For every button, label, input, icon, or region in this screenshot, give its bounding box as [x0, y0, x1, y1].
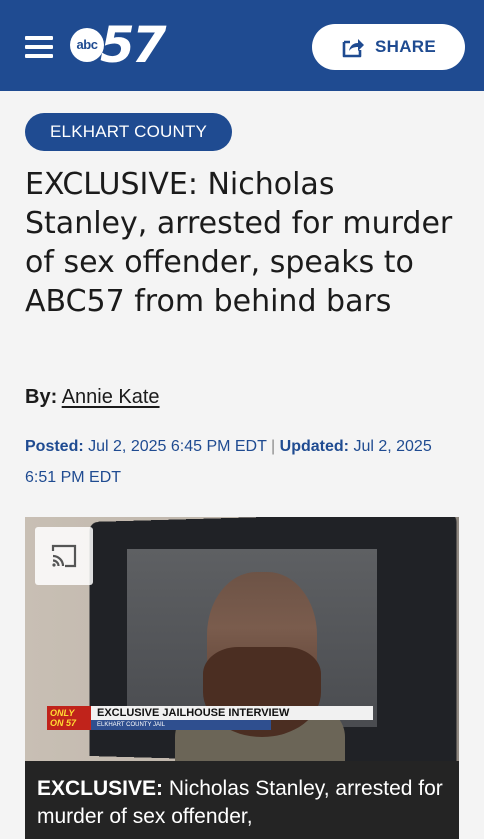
cast-button[interactable]	[35, 527, 93, 585]
updated-label: Updated:	[279, 438, 349, 455]
category-pill[interactable]: ELKHART COUNTY	[25, 113, 233, 151]
logo-abc-text: abc	[70, 28, 104, 62]
byline: By: Annie Kate	[25, 386, 160, 409]
posted-date: Jul 2, 2025 6:45 PM EDT	[88, 438, 267, 455]
share-arrow-icon	[342, 39, 364, 58]
hamburger-menu-icon[interactable]	[25, 36, 53, 60]
lower-third: ONLY ON 57 EXCLUSIVE JAILHOUSE INTERVIEW…	[47, 706, 373, 730]
share-label: SHARE	[374, 37, 436, 56]
abc57-logo[interactable]: abc 57	[70, 16, 180, 74]
caption-bold: EXCLUSIVE:	[37, 777, 164, 800]
share-button[interactable]: SHARE	[312, 24, 465, 70]
article-dates: Posted: Jul 2, 2025 6:45 PM EDT | Update…	[25, 431, 465, 493]
logo-number: 57	[100, 16, 167, 74]
posted-label: Posted:	[25, 438, 84, 455]
video-player[interactable]: ONLY ON 57 EXCLUSIVE JAILHOUSE INTERVIEW…	[25, 517, 459, 761]
article-headline: EXCLUSIVE: Nicholas Stanley, arrested fo…	[25, 167, 453, 319]
lower-third-subtitle: ELKHART COUNTY JAIL	[91, 720, 271, 730]
cast-icon	[51, 544, 77, 568]
site-header: abc 57 SHARE	[0, 0, 484, 91]
author-link[interactable]: Annie Kate	[62, 386, 160, 408]
byline-label: By:	[25, 386, 58, 408]
lower-third-title: EXCLUSIVE JAILHOUSE INTERVIEW	[91, 706, 373, 720]
video-caption: EXCLUSIVE: Nicholas Stanley, arrested fo…	[25, 761, 459, 839]
date-separator: |	[271, 438, 276, 455]
lower-third-badge: ONLY ON 57	[47, 706, 91, 730]
